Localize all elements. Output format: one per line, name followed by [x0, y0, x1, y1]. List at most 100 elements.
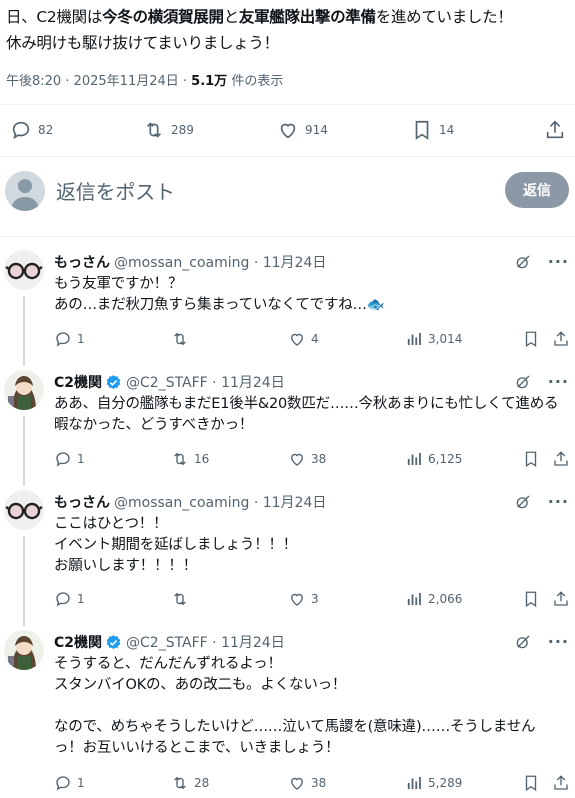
- views-action[interactable]: 2,066: [405, 590, 462, 608]
- author-name[interactable]: C2機関: [54, 632, 102, 652]
- text-segment: を進めていました！: [375, 8, 513, 26]
- grok-icon[interactable]: [514, 633, 532, 651]
- like-action[interactable]: 38: [288, 774, 326, 792]
- bookmark-icon: [415, 120, 429, 140]
- tweet-text-line: イベント期間を延ばしましょう！！！: [54, 537, 298, 553]
- tweet-text-line: 暇なかった、どうすべきかっ！: [54, 417, 254, 433]
- share-action[interactable]: [552, 450, 570, 468]
- avatar[interactable]: [4, 250, 44, 290]
- tweet-text-line: あの…まだ秋刀魚すら集まっていなくてですね…🐟: [54, 297, 385, 313]
- tweet-text-line: お願いします！！！！: [54, 558, 197, 574]
- share-action[interactable]: [552, 330, 570, 348]
- reply-composer: 返信をポスト 返信: [0, 168, 575, 216]
- share-icon: [554, 451, 568, 466]
- tweet-action-bar: 1 16 38 6,125: [54, 450, 570, 470]
- views-action[interactable]: 3,014: [405, 330, 462, 348]
- share-icon: [554, 331, 568, 346]
- avatar[interactable]: [4, 490, 44, 530]
- share-icon: [554, 775, 568, 790]
- divider: [0, 236, 575, 237]
- reply-button[interactable]: 返信: [505, 172, 569, 208]
- author-handle[interactable]: @C2_STAFF · 11月24日: [126, 372, 285, 392]
- repost-action[interactable]: 289: [143, 116, 194, 144]
- tweet-action-bar: 1 4 3,014: [54, 330, 570, 350]
- tweet-action-bar: 1 28 38 5,289: [54, 774, 570, 794]
- tweet-header-actions: ···: [514, 252, 569, 271]
- tweet-header-actions: ···: [514, 632, 569, 651]
- divider: [0, 156, 575, 157]
- tweet-text-line: なので、めちゃそうしたいけど……泣いて馬謖を(意味違)……そうしません: [54, 719, 536, 735]
- avatar[interactable]: [5, 171, 45, 211]
- bookmark-action[interactable]: 14: [411, 116, 454, 144]
- bold-text-segment: 今冬の横須賀展開: [102, 8, 224, 26]
- grok-icon[interactable]: [514, 493, 532, 511]
- more-icon[interactable]: ···: [548, 632, 569, 651]
- views-action[interactable]: 5,289: [405, 774, 462, 792]
- reply-icon: [56, 332, 70, 347]
- bookmark-icon: [525, 451, 537, 468]
- reply-action[interactable]: 1: [54, 590, 85, 608]
- more-icon[interactable]: ···: [548, 372, 569, 391]
- share-action[interactable]: [544, 116, 566, 144]
- repost-action[interactable]: 16: [171, 450, 209, 468]
- tweet-timestamp[interactable]: 午後8:20 · 2025年11月24日 ·: [6, 74, 191, 89]
- avatar[interactable]: [4, 370, 44, 410]
- main-tweet-line-2: 休み明けも駆け抜けてまいりましょう！: [6, 34, 279, 52]
- repost-icon: [174, 592, 186, 606]
- view-count-suffix: 件の表示: [227, 74, 284, 89]
- bookmark-action[interactable]: [522, 774, 540, 792]
- reply-icon: [56, 592, 70, 607]
- tweet-meta: 午後8:20 · 2025年11月24日 · 5.1万 件の表示: [6, 70, 283, 89]
- grok-icon[interactable]: [514, 253, 532, 271]
- views-icon: [407, 333, 421, 345]
- views-icon: [407, 593, 421, 605]
- like-action[interactable]: 914: [277, 116, 328, 144]
- share-action[interactable]: [552, 590, 570, 608]
- bookmark-action[interactable]: [522, 590, 540, 608]
- author-handle[interactable]: @C2_STAFF · 11月24日: [126, 632, 285, 652]
- view-count: 5.1万: [191, 74, 228, 89]
- repost-icon: [146, 122, 162, 138]
- reply-action[interactable]: 1: [54, 450, 85, 468]
- repost-action[interactable]: 28: [171, 774, 209, 792]
- share-icon: [554, 591, 568, 606]
- main-action-bar: 82 289 914 14: [0, 116, 575, 144]
- like-action[interactable]: 4: [288, 330, 319, 348]
- bookmark-action[interactable]: [522, 330, 540, 348]
- author-name[interactable]: C2機関: [54, 372, 102, 392]
- tweet-text-line: ここはひとつ！！: [54, 516, 168, 532]
- grok-icon[interactable]: [514, 373, 532, 391]
- more-icon[interactable]: ···: [548, 492, 569, 511]
- author-name[interactable]: もっさん: [54, 252, 110, 272]
- bookmark-icon: [525, 775, 537, 792]
- reply-action[interactable]: 82: [10, 116, 53, 144]
- thread-connector-line: [23, 416, 25, 486]
- reply-action[interactable]: 1: [54, 774, 85, 792]
- author-handle[interactable]: @mossan_coaming · 11月24日: [114, 252, 326, 272]
- bookmark-action[interactable]: [522, 450, 540, 468]
- views-action[interactable]: 6,125: [405, 450, 462, 468]
- main-tweet-line-1: 日、C2機関は今冬の横須賀展開と友軍艦隊出撃の準備を進めていました！: [6, 4, 572, 30]
- reply-icon: [12, 121, 30, 140]
- reply-action[interactable]: 1: [54, 330, 85, 348]
- tweet-text-line: もう友軍ですか！？: [54, 276, 183, 292]
- author-handle[interactable]: @mossan_coaming · 11月24日: [114, 492, 326, 512]
- verified-badge-icon: [106, 634, 121, 649]
- heart-icon: [291, 777, 303, 790]
- repost-action[interactable]: [171, 590, 194, 608]
- like-action[interactable]: 3: [288, 590, 319, 608]
- share-action[interactable]: [552, 774, 570, 792]
- reply-input[interactable]: 返信をポスト: [56, 176, 175, 205]
- reply-icon: [56, 776, 70, 791]
- repost-icon: [174, 776, 186, 790]
- heart-icon: [291, 453, 303, 466]
- heart-icon: [291, 593, 303, 606]
- more-icon[interactable]: ···: [548, 252, 569, 271]
- author-name[interactable]: もっさん: [54, 492, 110, 512]
- avatar[interactable]: [4, 630, 44, 670]
- tweet-text-line: っ！お互いいけるとこまで、いきましょう！: [54, 740, 340, 756]
- text-segment: 日、C2機関は: [6, 8, 103, 26]
- repost-action[interactable]: [171, 330, 194, 348]
- tweet-header: C2機関 @C2_STAFF · 11月24日: [54, 372, 285, 392]
- like-action[interactable]: 38: [288, 450, 326, 468]
